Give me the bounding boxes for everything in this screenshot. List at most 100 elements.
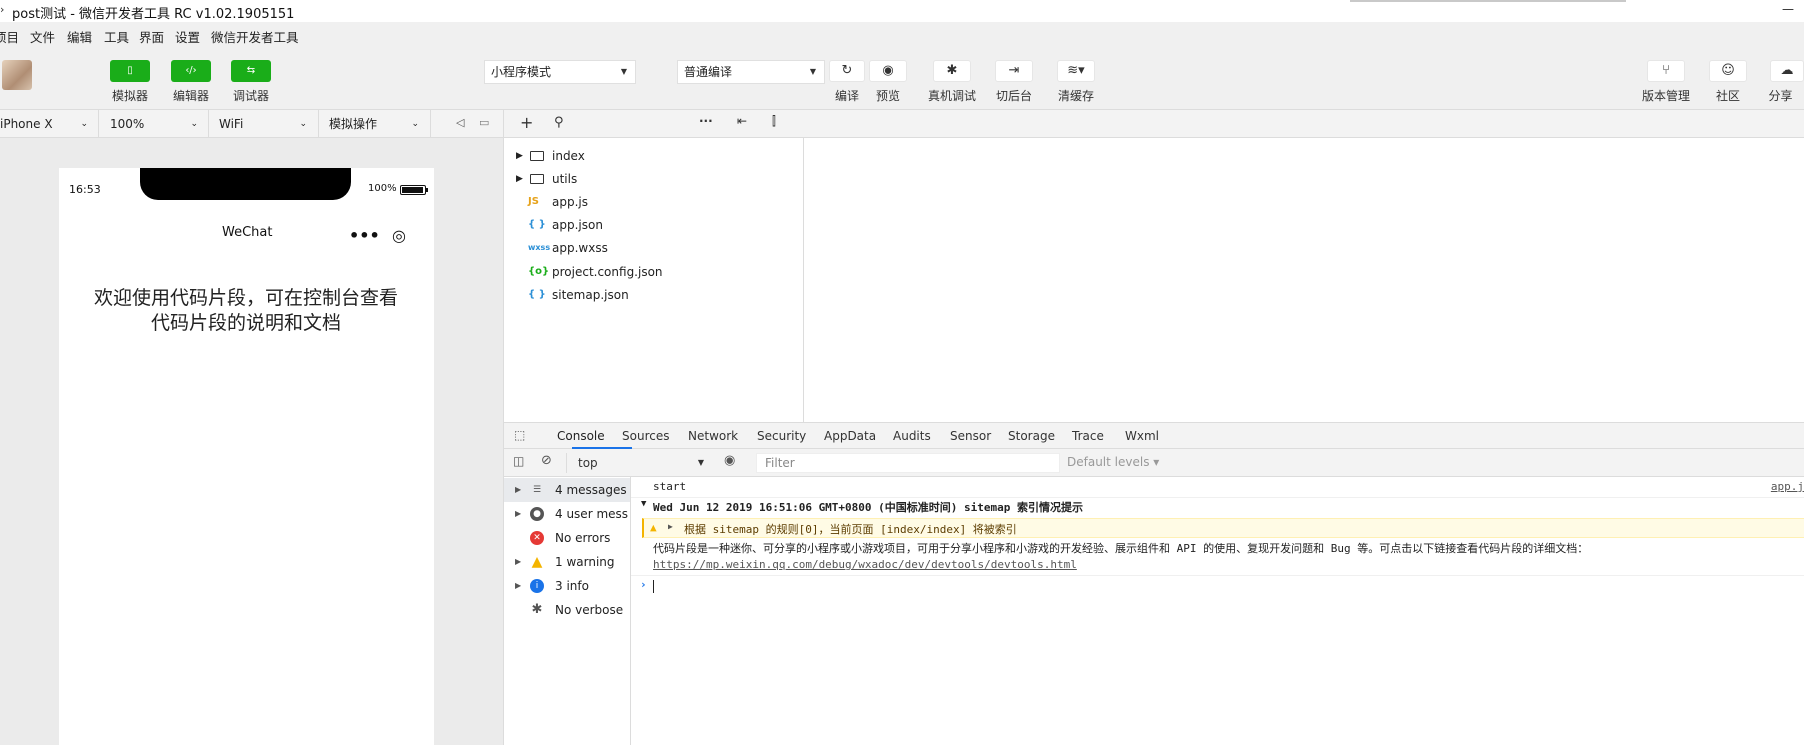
tree-item-project-config[interactable]: {o} project.config.json [504,261,804,283]
tree-item-utils[interactable]: ▶ utils [504,168,804,190]
log-levels-select[interactable]: Default levels ▾ [1067,455,1159,469]
sidebar-item-label: 4 user mess... [555,507,629,521]
welcome-line-1: 欢迎使用代码片段，可在控制台查看 [93,287,398,309]
log-group[interactable]: ▼ Wed Jun 12 2019 16:51:06 GMT+0800 (中国标… [631,499,1804,517]
zoom-select-value: 100% [110,117,145,131]
debugger-label: 调试器 [232,89,269,103]
expand-arrow-icon[interactable]: ▶ [515,550,521,574]
search-icon[interactable]: ⚲ [554,115,564,130]
tab-console[interactable]: Console [557,429,605,443]
menu-edit[interactable]: 编辑 [67,27,92,46]
simulator-settings-bar: iPhone X ⌄ 100% ⌄ WiFi ⌄ 模拟操作 ⌄ ◁ ▭ [0,110,504,138]
tab-trace[interactable]: Trace [1072,429,1104,443]
sidebar-toggle-icon[interactable]: ◫ [513,454,524,468]
share-button[interactable]: ☁ [1770,60,1804,82]
compile-select-value: 普通编译 [684,65,733,79]
error-icon: ✕ [530,531,544,545]
menu-file[interactable]: 文件 [30,27,55,46]
popout-icon[interactable]: ▭ [479,116,489,129]
console-prompt[interactable]: › [631,578,1804,596]
window-shadow-bar [1350,0,1626,2]
sidebar-item-user-messages[interactable]: ▶ ● 4 user mess... [504,502,630,526]
zoom-select[interactable]: 100% ⌄ [110,114,198,134]
eye-icon[interactable]: ◉ [724,453,735,468]
tab-sources[interactable]: Sources [622,429,669,443]
menu-project[interactable]: 项目 [0,27,19,46]
menu-tools[interactable]: 工具 [104,27,129,46]
expand-arrow-icon[interactable]: ▶ [516,145,523,167]
editor-toggle-button[interactable]: ‹/› [171,60,211,82]
simulate-operation-select[interactable]: 模拟操作 ⌄ [329,114,419,134]
device-select[interactable]: iPhone X ⌄ [0,114,88,134]
clear-console-icon[interactable]: ⊘ [541,453,552,468]
js-file-icon: JS [528,196,539,207]
sidebar-item-messages[interactable]: ▶ ☰ 4 messages [504,478,630,502]
menu-settings[interactable]: 设置 [175,27,200,46]
mode-select[interactable]: 小程序模式 ▼ [484,60,636,84]
collapse-icon[interactable]: ⇤ [737,114,747,128]
background-button[interactable]: ⇥ [995,60,1033,82]
warning-log-line[interactable]: ▲ ▶ 根据 sitemap 的规则[0]，当前页面 [index/index]… [642,518,1804,538]
debugger-toggle-button[interactable]: ⇆ [231,60,271,82]
tree-item-index[interactable]: ▶ index [504,145,804,167]
expand-arrow-icon[interactable]: ▶ [668,522,673,531]
split-panel-icon[interactable]: ⫿ [772,114,776,129]
sidebar-item-warnings[interactable]: ▶ ▲ 1 warning [504,550,630,574]
expand-arrow-icon[interactable]: ▶ [515,574,521,598]
tree-item-app-json[interactable]: { } app.json [504,214,804,236]
network-select[interactable]: WiFi ⌄ [219,114,307,134]
speaker-icon[interactable]: ◁ [456,116,464,129]
collapse-arrow-icon[interactable]: ▼ [641,499,646,509]
clear-cache-button[interactable]: ≋▾ [1057,60,1095,82]
community-button[interactable]: ☺ [1709,60,1747,82]
add-icon[interactable]: + [520,113,533,132]
warning-icon: ▲ [650,521,657,534]
tab-network[interactable]: Network [688,429,738,443]
expand-arrow-icon[interactable]: ▶ [515,502,521,526]
devtools-tab-bar: ⬚ Console Sources Network Security AppDa… [504,422,1804,449]
simulator-toggle-button[interactable]: ▯ [110,60,150,82]
sidebar-item-verbose[interactable]: ✱ No verbose [504,598,630,622]
tree-item-sitemap-json[interactable]: { } sitemap.json [504,284,804,306]
tab-storage[interactable]: Storage [1008,429,1055,443]
log-source-link[interactable]: app.j [1771,480,1804,493]
log-description: 代码片段是一种迷你、可分享的小程序或小游戏项目，可用于分享小程序和小游戏的开发经… [653,542,1589,555]
inspect-element-icon[interactable]: ⬚ [514,428,525,442]
divider [208,110,209,138]
sidebar-item-errors[interactable]: ✕ No errors [504,526,630,550]
tab-appdata[interactable]: AppData [824,429,876,443]
docs-link[interactable]: https://mp.weixin.qq.com/debug/wxadoc/de… [653,558,1077,571]
expand-arrow-icon[interactable]: ▶ [515,478,521,502]
preview-button[interactable]: ◉ [869,60,907,82]
warning-text: 根据 sitemap 的规则[0]，当前页面 [index/index] 将被索… [684,523,1017,536]
more-icon[interactable]: ••• [349,226,380,245]
compile-button[interactable]: ↻ [829,60,865,82]
menu-interface[interactable]: 界面 [139,27,164,46]
tab-wxml[interactable]: Wxml [1125,429,1159,443]
more-icon[interactable]: ··· [699,114,713,128]
minimize-button[interactable]: — [1782,2,1794,16]
tab-sensor[interactable]: Sensor [950,429,991,443]
console-filter-bar: ◫ ⊘ top ▼ ◉ Filter Default levels ▾ [504,449,1804,477]
filter-input[interactable]: Filter [756,453,1060,473]
compile-select[interactable]: 普通编译 ▼ [677,60,825,84]
sidebar-item-info[interactable]: ▶ i 3 info [504,574,630,598]
log-group-title: Wed Jun 12 2019 16:51:06 GMT+0800 (中国标准时… [653,501,1084,514]
tree-item-app-js[interactable]: JS app.js [504,191,804,213]
battery-icon [400,185,428,195]
phone-notch [140,168,351,200]
community-label: 社区 [1715,89,1740,103]
editor-area[interactable] [804,138,1804,422]
real-device-debug-button[interactable]: ✱ [933,60,971,82]
tab-audits[interactable]: Audits [893,429,931,443]
tree-item-app-wxss[interactable]: wxss app.wxss [504,237,804,259]
close-capsule-icon[interactable]: ◎ [392,226,406,245]
tab-security[interactable]: Security [757,429,806,443]
menu-devtools[interactable]: 微信开发者工具 [211,27,299,46]
avatar[interactable] [2,60,32,90]
version-management-button[interactable]: ⑂ [1647,60,1685,82]
real-device-debug-label: 真机调试 [927,89,976,103]
context-select[interactable]: top ▼ [566,453,710,473]
expand-arrow-icon[interactable]: ▶ [516,168,523,190]
phone-screen[interactable] [59,168,434,745]
